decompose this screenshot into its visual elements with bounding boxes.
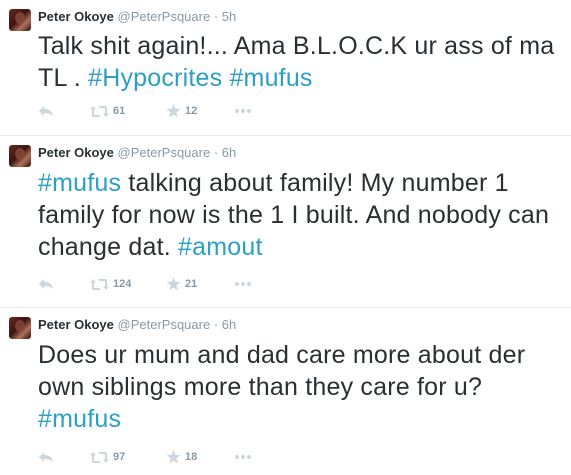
reply-button[interactable] <box>38 275 54 293</box>
retweet-icon <box>90 105 109 117</box>
tweet-actions: 61 12 <box>38 102 338 120</box>
favorite-button[interactable]: 12 <box>166 102 197 120</box>
favorite-count: 12 <box>185 105 198 117</box>
retweet-count: 124 <box>113 278 132 290</box>
reply-icon <box>39 279 53 289</box>
hashtag-link[interactable]: #mufus <box>229 64 312 92</box>
tweet-text: Talk shit again!... Ama B.L.O.C.K ur ass… <box>38 30 563 94</box>
tweet-timeline: Peter Okoye @PeterPsquare · 5h Talk shit… <box>0 0 571 475</box>
avatar[interactable] <box>9 317 31 339</box>
reply-icon <box>39 106 53 116</box>
hashtag-link[interactable]: #mufus <box>38 169 121 197</box>
tweet-text: Does ur mum and dad care more about der … <box>38 339 563 435</box>
star-icon <box>166 450 181 464</box>
retweet-button[interactable]: 61 <box>90 102 125 120</box>
more-button[interactable] <box>234 102 252 120</box>
more-dots-icon <box>235 282 251 286</box>
tweet[interactable]: Peter Okoye @PeterPsquare · 6h #mufus ta… <box>0 136 571 308</box>
author-fullname[interactable]: Peter Okoye <box>38 317 114 332</box>
retweet-icon <box>90 451 109 463</box>
retweet-icon <box>90 278 109 290</box>
author-handle[interactable]: @PeterPsquare <box>118 317 211 332</box>
hashtag-link[interactable]: #mufus <box>38 405 121 433</box>
tweet-actions: 124 21 <box>38 275 338 293</box>
tweet-timestamp[interactable]: 5h <box>222 9 236 24</box>
author-handle[interactable]: @PeterPsquare <box>118 145 211 160</box>
favorite-count: 18 <box>185 451 198 463</box>
author-fullname[interactable]: Peter Okoye <box>38 9 114 24</box>
tweet-header: Peter Okoye @PeterPsquare · 6h <box>38 145 236 161</box>
tweet-actions: 97 18 <box>38 448 338 466</box>
favorite-button[interactable]: 21 <box>166 275 197 293</box>
time-separator: · <box>210 145 222 160</box>
tweet-timestamp[interactable]: 6h <box>222 317 236 332</box>
avatar[interactable] <box>9 145 31 167</box>
tweet[interactable]: Peter Okoye @PeterPsquare · 5h Talk shit… <box>0 0 571 136</box>
star-icon <box>166 277 181 291</box>
favorite-button[interactable]: 18 <box>166 448 197 466</box>
tweet[interactable]: Peter Okoye @PeterPsquare · 6h Does ur m… <box>0 308 571 475</box>
tweet-header: Peter Okoye @PeterPsquare · 5h <box>38 9 236 25</box>
time-separator: · <box>210 9 222 24</box>
tweet-text: #mufus talking about family! My number 1… <box>38 167 563 263</box>
retweet-button[interactable]: 124 <box>90 275 131 293</box>
time-separator: · <box>210 317 222 332</box>
tweet-text-body: Does ur mum and dad care more about der … <box>38 341 526 401</box>
avatar[interactable] <box>9 9 31 31</box>
author-fullname[interactable]: Peter Okoye <box>38 145 114 160</box>
tweet-header: Peter Okoye @PeterPsquare · 6h <box>38 317 236 333</box>
more-dots-icon <box>235 109 251 113</box>
more-button[interactable] <box>234 448 252 466</box>
tweet-timestamp[interactable]: 6h <box>222 145 236 160</box>
more-button[interactable] <box>234 275 252 293</box>
hashtag-link[interactable]: #Hypocrites <box>88 64 222 92</box>
retweet-count: 97 <box>113 451 126 463</box>
reply-button[interactable] <box>38 448 54 466</box>
star-icon <box>166 104 181 118</box>
reply-button[interactable] <box>38 102 54 120</box>
hashtag-link[interactable]: #amout <box>178 233 263 261</box>
favorite-count: 21 <box>185 278 198 290</box>
more-dots-icon <box>235 455 251 459</box>
retweet-button[interactable]: 97 <box>90 448 125 466</box>
retweet-count: 61 <box>113 105 126 117</box>
reply-icon <box>39 452 53 462</box>
author-handle[interactable]: @PeterPsquare <box>118 9 211 24</box>
